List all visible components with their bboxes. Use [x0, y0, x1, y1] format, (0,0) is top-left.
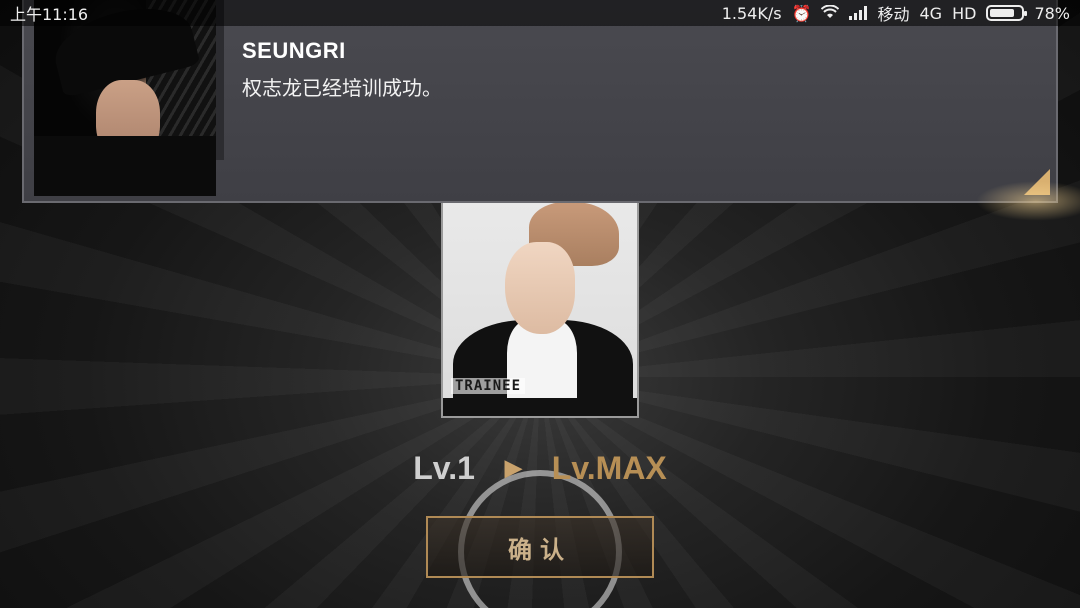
level-to: Lv.MAX	[551, 449, 667, 486]
card-bottom-bar	[443, 398, 637, 416]
hd-indicator: HD	[952, 3, 977, 23]
status-indicators: 1.54K/s ⏰ 移动 4G HD 78%	[722, 1, 1070, 25]
notification-message: 权志龙已经培训成功。	[242, 76, 442, 100]
status-time: 上午11:16	[10, 5, 89, 24]
alarm-clock-icon: ⏰	[791, 3, 812, 23]
level-progress: Lv.1 ▶ Lv.MAX	[0, 446, 1080, 490]
notification-name: SEUNGRI	[242, 38, 346, 63]
level-arrow-icon: ▶	[504, 455, 522, 480]
avatar-shoulder	[34, 136, 216, 196]
carrier-name: 移动	[877, 5, 910, 24]
confirm-label: 确认	[508, 535, 572, 564]
confirm-button[interactable]: 确认	[426, 516, 654, 578]
card-head	[505, 242, 575, 334]
status-bar: 上午11:16 1.54K/s ⏰ 移动 4G HD 78%	[0, 0, 1080, 26]
battery-percent: 78%	[1034, 3, 1070, 23]
notification-corner-icon	[1024, 169, 1050, 195]
cell-signal-icon	[849, 6, 868, 20]
network-type: 4G	[919, 3, 943, 23]
wifi-icon	[821, 4, 840, 23]
training-notification: SEUNGRI 权志龙已经培训成功。	[22, 0, 1080, 221]
trainee-card: TRAINEE	[441, 200, 639, 418]
notification-avatar	[34, 0, 216, 196]
network-speed: 1.54K/s	[721, 3, 782, 23]
battery-icon	[986, 5, 1028, 21]
level-from: Lv.1	[413, 449, 475, 486]
trainee-badge: TRAINEE	[451, 378, 526, 394]
